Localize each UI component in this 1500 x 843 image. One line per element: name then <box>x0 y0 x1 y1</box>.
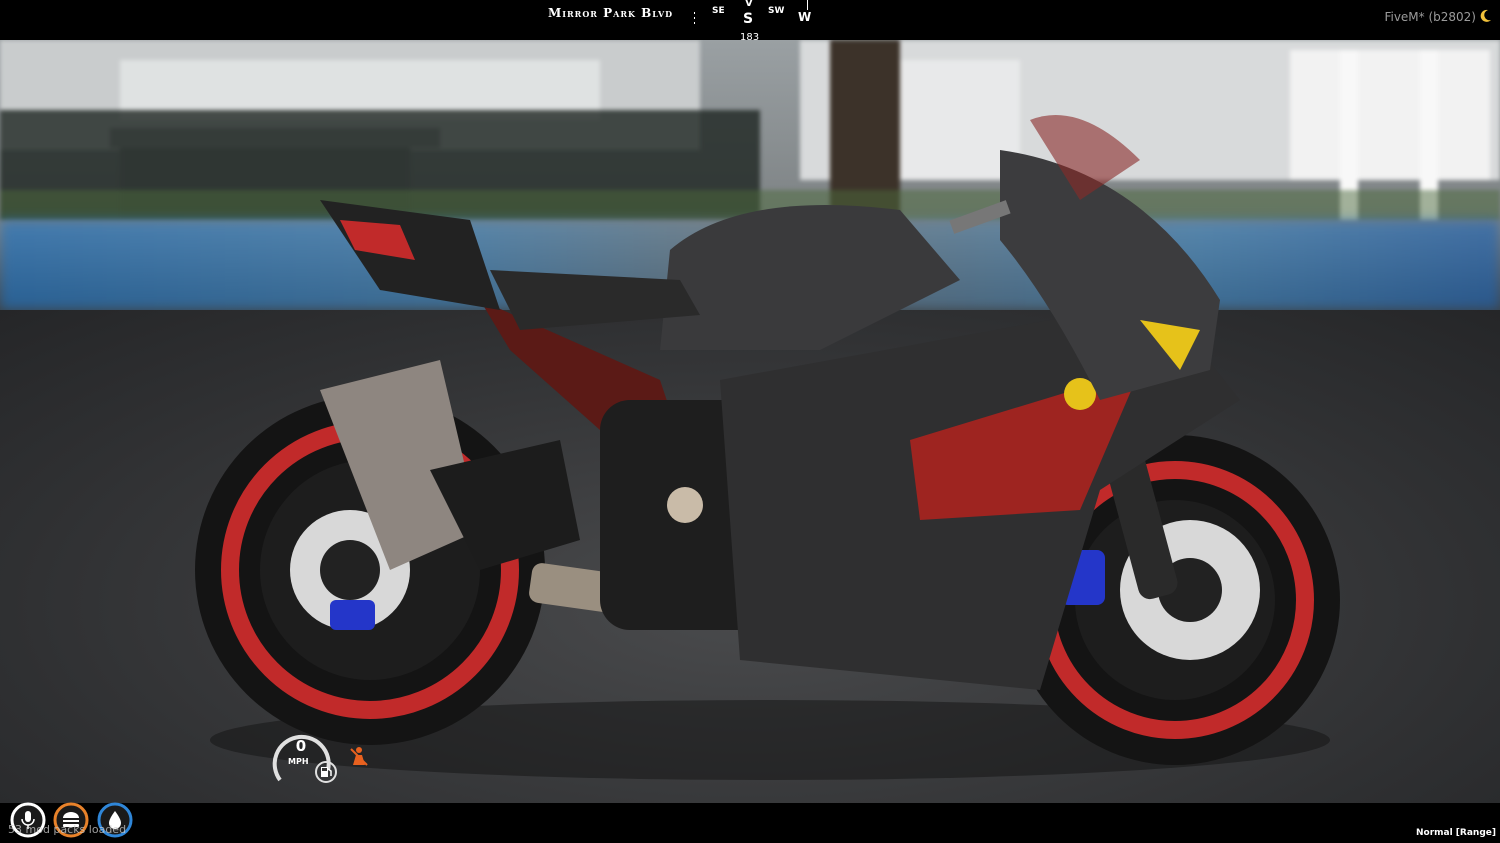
compass-tick <box>807 0 808 10</box>
compass-label-s: S <box>743 11 754 27</box>
moon-icon <box>1480 9 1491 22</box>
compass-label-se: SE <box>712 6 725 16</box>
game-scene <box>0 40 1500 803</box>
compass-tick <box>694 22 695 24</box>
motorcycle <box>195 115 1340 780</box>
speed-unit: MPH <box>288 757 309 766</box>
voice-mode-label: Normal [Range] <box>1415 828 1496 838</box>
speed-value: 0 <box>295 737 307 755</box>
mod-status-text: 53 mod packs loaded <box>8 823 127 836</box>
compass-label-w: W <box>798 10 812 24</box>
fuel-icon <box>315 761 337 783</box>
street-name: Mirror Park Blvd <box>548 6 674 20</box>
compass-label-v: V <box>745 0 753 9</box>
compass-tick <box>694 17 695 19</box>
bottom-letterbox <box>0 803 1500 843</box>
server-label: FiveM* (b2802) <box>1384 10 1476 24</box>
compass-tick <box>694 12 695 14</box>
heading-degrees: 183 <box>740 32 760 43</box>
compass-label-sw: SW <box>768 6 785 16</box>
seatbelt-icon <box>350 747 368 766</box>
